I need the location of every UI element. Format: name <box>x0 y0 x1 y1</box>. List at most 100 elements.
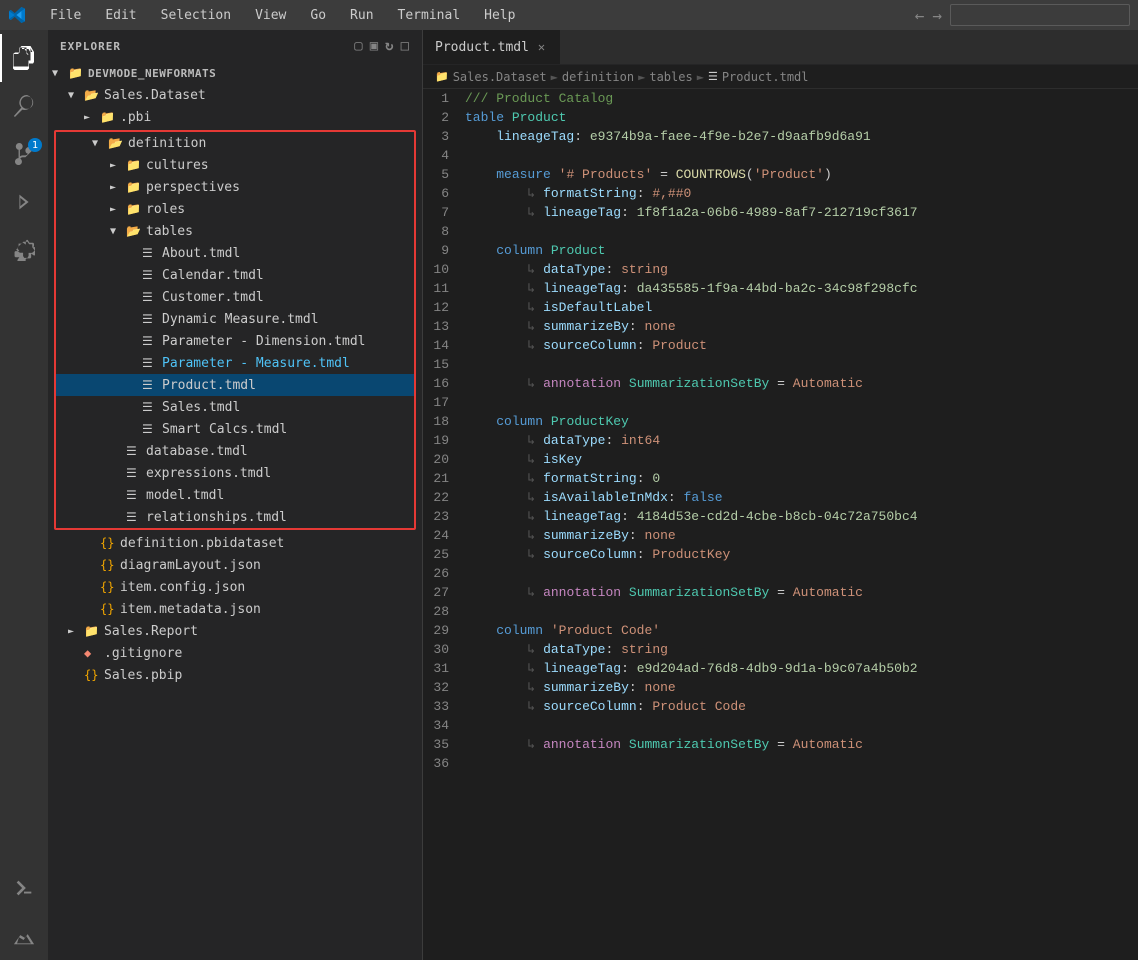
sidebar-item-relationships[interactable]: ☰ relationships.tmdl <box>56 506 414 528</box>
activity-run-icon[interactable] <box>0 178 48 226</box>
activity-extensions-icon[interactable] <box>0 226 48 274</box>
collapse-all-icon[interactable]: □ <box>401 38 410 54</box>
gitignore-icon: ◆ <box>84 646 100 660</box>
source-control-badge: 1 <box>28 138 42 152</box>
code-line-1: 1 /// Product Catalog <box>423 89 1138 108</box>
menu-edit[interactable]: Edit <box>101 6 140 25</box>
tmdl-file-icon: ☰ <box>142 268 158 282</box>
breadcrumb-tables[interactable]: tables <box>649 70 692 84</box>
tmdl-file-icon: ☰ <box>142 378 158 392</box>
sidebar-item-calendar[interactable]: ☰ Calendar.tmdl <box>56 264 414 286</box>
folder-open-icon: 📂 <box>84 88 100 102</box>
sidebar-item-customer[interactable]: ☰ Customer.tmdl <box>56 286 414 308</box>
tmdl-file-icon: ☰ <box>142 422 158 436</box>
sidebar-item-perspectives[interactable]: ► 📁 perspectives <box>56 176 414 198</box>
tab-bar: Product.tmdl ✕ <box>423 30 1138 65</box>
nav-back-icon[interactable]: ← <box>915 6 925 25</box>
tab-label: Product.tmdl <box>435 40 529 55</box>
menu-go[interactable]: Go <box>306 6 330 25</box>
sidebar-item-definition[interactable]: ▼ 📂 definition <box>56 132 414 154</box>
menu-help[interactable]: Help <box>480 6 519 25</box>
workspace-root[interactable]: ▼ 📁 DEVMODE_NEWFORMATS <box>48 62 422 84</box>
sidebar-item-item-metadata[interactable]: {} item.metadata.json <box>48 598 422 620</box>
file-tree: ▼ 📁 DEVMODE_NEWFORMATS ▼ 📂 Sales.Dataset… <box>48 62 422 960</box>
code-line-6: 6 ↳ formatString: #,##0 <box>423 184 1138 203</box>
code-line-16: 16 ↳ annotation SummarizationSetBy = Aut… <box>423 374 1138 393</box>
nav-forward-icon[interactable]: → <box>932 6 942 25</box>
code-line-28: 28 <box>423 602 1138 621</box>
code-line-4: 4 <box>423 146 1138 165</box>
sidebar-item-roles[interactable]: ► 📁 roles <box>56 198 414 220</box>
sidebar-item-cultures[interactable]: ► 📁 cultures <box>56 154 414 176</box>
sidebar-item-dynamic-measure[interactable]: ☰ Dynamic Measure.tmdl <box>56 308 414 330</box>
code-line-23: 23 ↳ lineageTag: 4184d53e-cd2d-4cbe-b8cb… <box>423 507 1138 526</box>
sidebar-item-tables[interactable]: ▼ 📂 tables <box>56 220 414 242</box>
folder-icon: 📁 <box>126 202 142 216</box>
sidebar-item-database[interactable]: ☰ database.tmdl <box>56 440 414 462</box>
sidebar-item-item-config[interactable]: {} item.config.json <box>48 576 422 598</box>
sidebar-item-model[interactable]: ☰ model.tmdl <box>56 484 414 506</box>
sidebar-item-sales-dataset[interactable]: ▼ 📂 Sales.Dataset <box>48 84 422 106</box>
sidebar-item-expressions[interactable]: ☰ expressions.tmdl <box>56 462 414 484</box>
folder-icon: 📁 <box>126 158 142 172</box>
new-file-icon[interactable]: ▢ <box>354 38 363 54</box>
activity-search-icon[interactable] <box>0 82 48 130</box>
sidebar-item-parameter-measure[interactable]: ☰ Parameter - Measure.tmdl <box>56 352 414 374</box>
arrow-down-icon: ▼ <box>110 226 126 237</box>
code-line-13: 13 ↳ summarizeBy: none <box>423 317 1138 336</box>
tmdl-file-icon: ☰ <box>142 246 158 260</box>
menu-run[interactable]: Run <box>346 6 377 25</box>
tree-item-label: .gitignore <box>104 646 182 661</box>
tmdl-file-icon: ☰ <box>142 334 158 348</box>
folder-icon: 📁 <box>100 110 116 124</box>
new-folder-icon[interactable]: ▣ <box>370 38 379 54</box>
tree-item-label: About.tmdl <box>162 246 240 261</box>
sidebar-item-sales-report[interactable]: ► 📁 Sales.Report <box>48 620 422 642</box>
breadcrumb-product-tmdl[interactable]: Product.tmdl <box>722 70 809 84</box>
tree-item-label: expressions.tmdl <box>146 466 271 481</box>
sidebar-item-diagram-layout[interactable]: {} diagramLayout.json <box>48 554 422 576</box>
breadcrumb-definition[interactable]: definition <box>562 70 634 84</box>
tab-product-tmdl[interactable]: Product.tmdl ✕ <box>423 30 560 64</box>
tmdl-file-icon: ☰ <box>126 510 142 524</box>
tmdl-file-icon: ☰ <box>126 466 142 480</box>
code-editor[interactable]: 1 /// Product Catalog 2 table Product 3 … <box>423 89 1138 960</box>
menu-view[interactable]: View <box>251 6 290 25</box>
breadcrumb-sales-dataset[interactable]: Sales.Dataset <box>453 70 547 84</box>
activity-explorer-icon[interactable] <box>0 34 48 82</box>
sidebar-item-def-pbidataset[interactable]: {} definition.pbidataset <box>48 532 422 554</box>
code-line-8: 8 <box>423 222 1138 241</box>
sidebar-item-product[interactable]: ☰ Product.tmdl <box>56 374 414 396</box>
folder-open-icon: 📂 <box>108 136 124 150</box>
folder-icon: 📁 <box>68 66 84 80</box>
search-input[interactable] <box>950 4 1130 26</box>
sidebar-item-gitignore[interactable]: ◆ .gitignore <box>48 642 422 664</box>
menu-file[interactable]: File <box>46 6 85 25</box>
code-line-36: 36 <box>423 754 1138 773</box>
sidebar-item-sales[interactable]: ☰ Sales.tmdl <box>56 396 414 418</box>
sidebar-item-smart-calcs[interactable]: ☰ Smart Calcs.tmdl <box>56 418 414 440</box>
activity-source-control-icon[interactable]: 1 <box>0 130 48 178</box>
editor-area: Product.tmdl ✕ 📁 Sales.Dataset ► definit… <box>423 30 1138 960</box>
code-line-32: 32 ↳ summarizeBy: none <box>423 678 1138 697</box>
code-line-25: 25 ↳ sourceColumn: ProductKey <box>423 545 1138 564</box>
code-line-10: 10 ↳ dataType: string <box>423 260 1138 279</box>
sidebar-item-parameter-dimension[interactable]: ☰ Parameter - Dimension.tmdl <box>56 330 414 352</box>
tree-item-label: model.tmdl <box>146 488 224 503</box>
activity-chart-icon[interactable] <box>0 912 48 960</box>
nav-arrows: ← → <box>915 4 1130 26</box>
refresh-icon[interactable]: ↻ <box>385 38 394 54</box>
tree-item-label: diagramLayout.json <box>120 558 261 573</box>
code-line-35: 35 ↳ annotation SummarizationSetBy = Aut… <box>423 735 1138 754</box>
arrow-down-icon: ▼ <box>92 138 108 149</box>
tab-close-icon[interactable]: ✕ <box>535 39 548 55</box>
menu-terminal[interactable]: Terminal <box>394 6 465 25</box>
activity-terminal-icon[interactable] <box>0 864 48 912</box>
sidebar-item-sales-pbip[interactable]: {} Sales.pbip <box>48 664 422 686</box>
tmdl-file-icon: ☰ <box>142 400 158 414</box>
sidebar-item-about[interactable]: ☰ About.tmdl <box>56 242 414 264</box>
sidebar-item-pbi[interactable]: ► 📁 .pbi <box>48 106 422 128</box>
breadcrumb: 📁 Sales.Dataset ► definition ► tables ► … <box>423 65 1138 89</box>
menu-selection[interactable]: Selection <box>157 6 235 25</box>
arrow-right-icon: ► <box>110 204 126 215</box>
